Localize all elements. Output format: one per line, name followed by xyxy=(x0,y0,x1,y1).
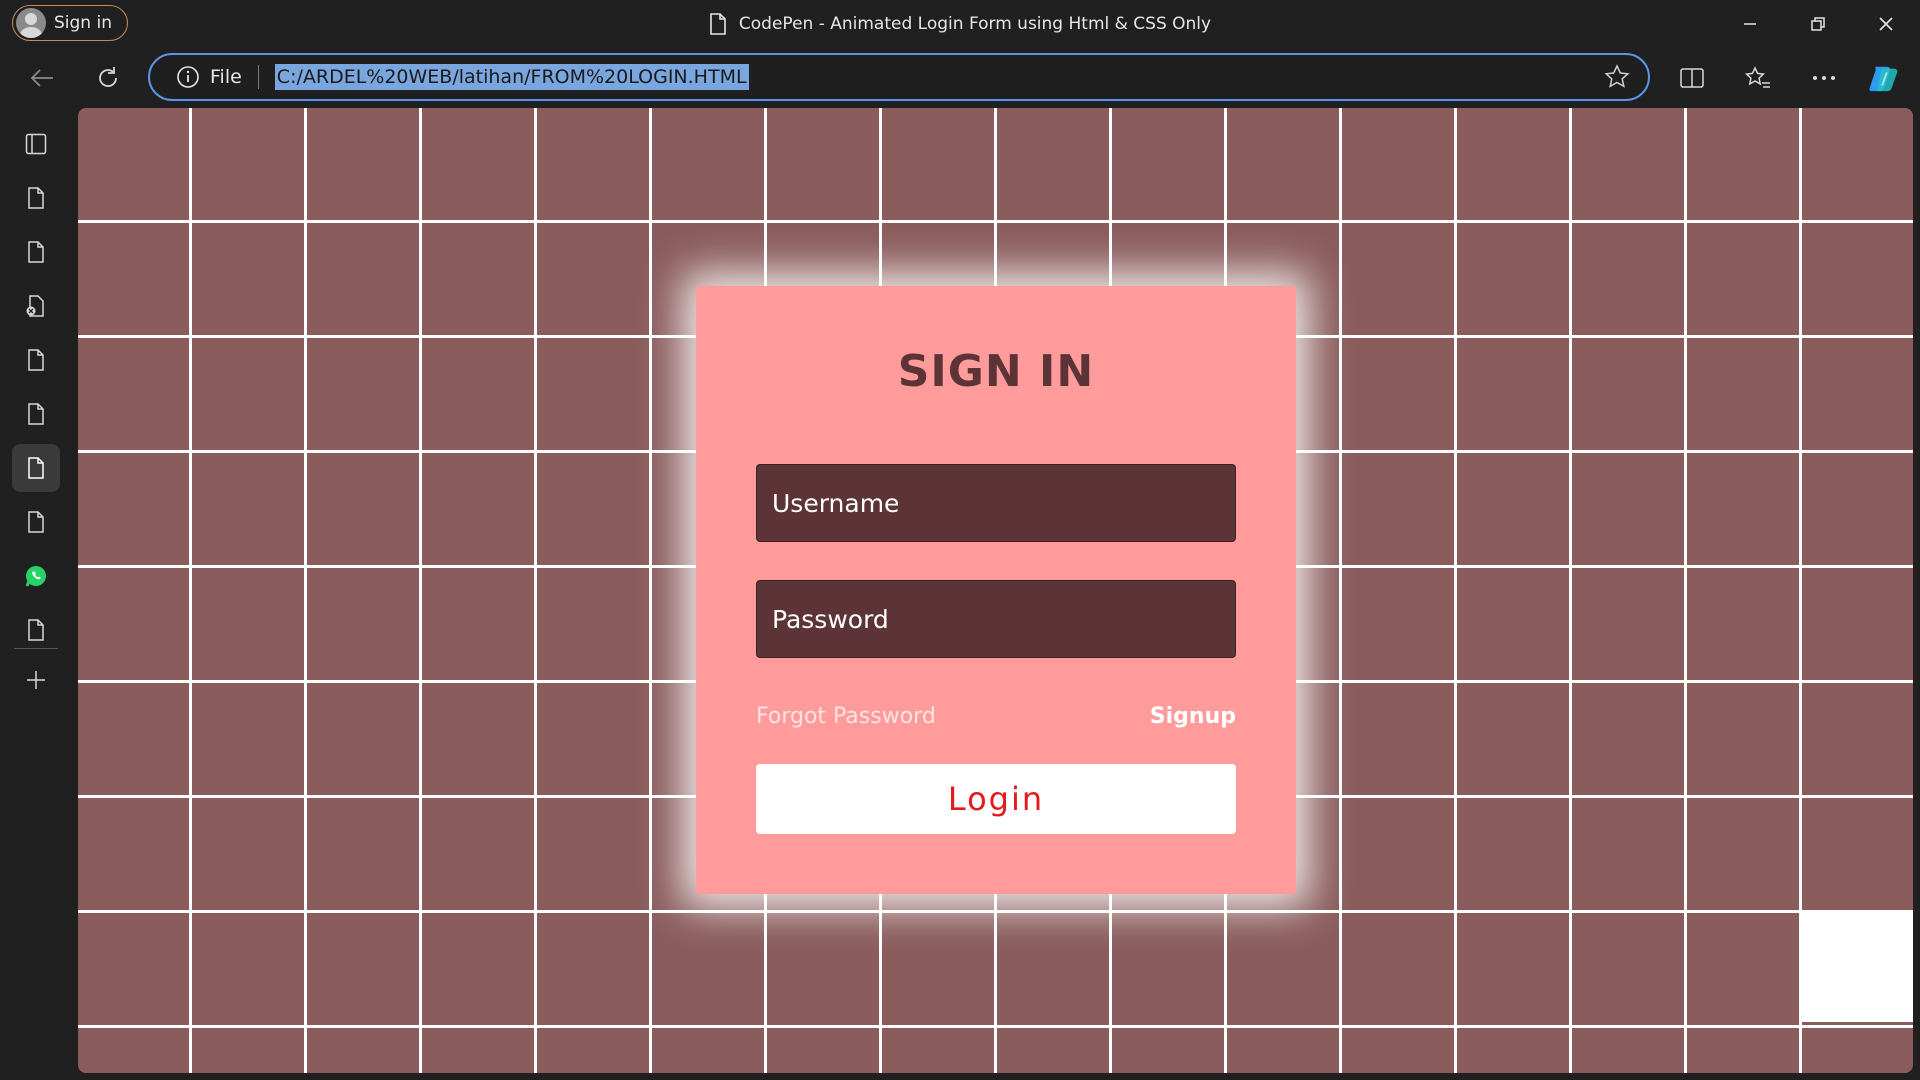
address-bar[interactable]: File C:/ARDEL%20WEB/latihan/FROM%20LOGIN… xyxy=(148,53,1650,101)
vertical-tabs-sidebar xyxy=(0,108,72,1080)
url-text[interactable]: C:/ARDEL%20WEB/latihan/FROM%20LOGIN.HTML xyxy=(274,64,749,90)
whatsapp-icon xyxy=(25,566,46,587)
star-icon xyxy=(1604,64,1630,88)
page-icon xyxy=(28,511,44,533)
sidebar-tab-9[interactable] xyxy=(12,606,60,654)
login-button[interactable]: Login xyxy=(756,764,1236,834)
close-icon xyxy=(1879,17,1893,31)
refresh-icon xyxy=(99,67,117,87)
signup-link[interactable]: Signup xyxy=(1150,704,1236,729)
scheme-label: File xyxy=(210,66,242,88)
back-button[interactable] xyxy=(26,62,58,94)
sidebar-tab-4[interactable] xyxy=(12,336,60,384)
restore-button[interactable] xyxy=(1784,0,1852,48)
sidebar-tab-active[interactable] xyxy=(12,444,60,492)
sidebar-tab-1[interactable] xyxy=(12,174,60,222)
forgot-password-link[interactable]: Forgot Password xyxy=(756,704,936,729)
split-screen-icon xyxy=(1680,68,1704,88)
more-button[interactable] xyxy=(1808,62,1840,94)
copilot-button[interactable] xyxy=(1868,62,1900,94)
restore-icon xyxy=(1811,17,1825,31)
username-input[interactable] xyxy=(756,464,1236,542)
tab-title: CodePen - Animated Login Form using Html… xyxy=(738,14,1212,34)
split-screen-button[interactable] xyxy=(1676,62,1708,94)
sidebar-tab-whatsapp[interactable] xyxy=(12,552,60,600)
page-icon xyxy=(28,187,44,209)
copilot-icon xyxy=(1869,66,1898,92)
page-title: SIGN IN xyxy=(897,346,1095,397)
favorites-button[interactable] xyxy=(1742,62,1774,94)
sidebar-tab-7[interactable] xyxy=(12,498,60,546)
grid-tile-highlight xyxy=(1800,910,1913,1022)
page-icon xyxy=(28,619,44,641)
back-arrow-icon xyxy=(30,69,53,87)
page-icon xyxy=(28,457,44,479)
favorite-button[interactable] xyxy=(1604,64,1630,94)
plus-icon xyxy=(27,671,45,689)
sidebar-divider xyxy=(14,648,58,649)
page-icon xyxy=(710,13,726,35)
close-button[interactable] xyxy=(1852,0,1920,48)
page-icon xyxy=(28,349,44,371)
page-viewport: SIGN IN Forgot Password Signup Login xyxy=(78,108,1913,1073)
title-bar: Sign in CodePen - Animated Login Form us… xyxy=(0,0,1920,48)
minimize-icon xyxy=(1744,23,1756,25)
favorites-icon xyxy=(1745,66,1770,88)
page-error-icon xyxy=(26,295,44,317)
more-icon xyxy=(1813,76,1835,80)
new-tab-button[interactable] xyxy=(12,656,60,704)
info-icon xyxy=(177,66,199,88)
address-separator xyxy=(257,65,259,89)
browser-toolbar: File C:/ARDEL%20WEB/latihan/FROM%20LOGIN… xyxy=(0,48,1920,108)
form-links: Forgot Password Signup xyxy=(756,704,1236,729)
refresh-button[interactable] xyxy=(92,62,124,94)
password-input[interactable] xyxy=(756,580,1236,658)
page-icon xyxy=(28,241,44,263)
login-card: SIGN IN Forgot Password Signup Login xyxy=(696,286,1296,894)
tab[interactable]: CodePen - Animated Login Form using Html… xyxy=(0,0,1920,48)
tab-actions-button[interactable] xyxy=(12,120,60,168)
page-icon xyxy=(28,403,44,425)
sidebar-tab-2[interactable] xyxy=(12,228,60,276)
minimize-button[interactable] xyxy=(1716,0,1784,48)
tab-panel-icon xyxy=(25,133,47,155)
sidebar-tab-5[interactable] xyxy=(12,390,60,438)
site-info-button[interactable]: File xyxy=(176,65,242,89)
sidebar-tab-3[interactable] xyxy=(12,282,60,330)
